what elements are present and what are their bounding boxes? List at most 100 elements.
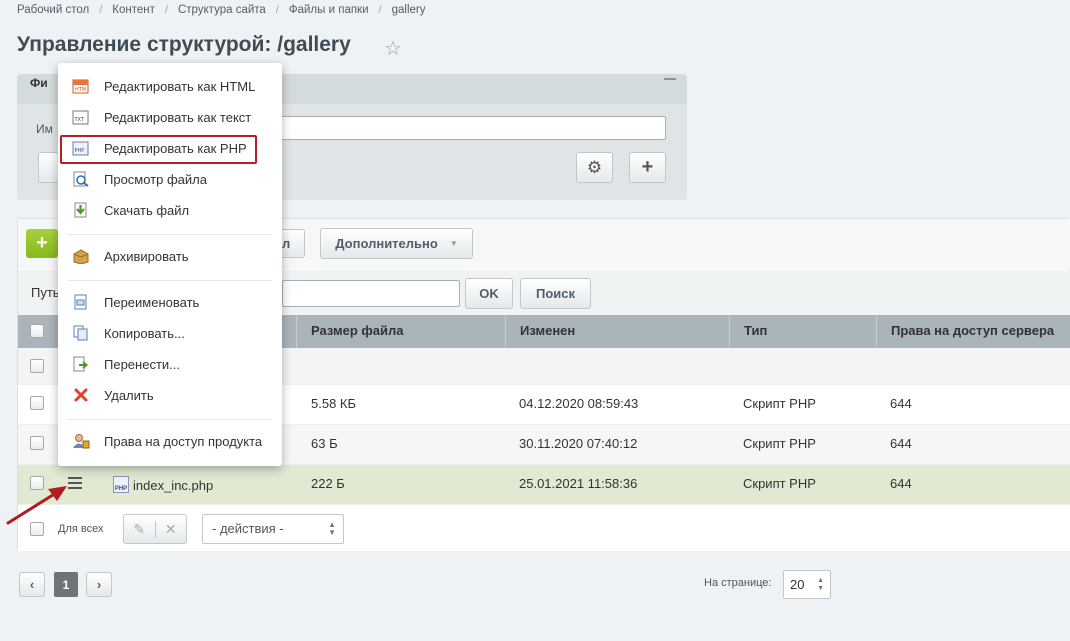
page-title: Управление структурой: /gallery xyxy=(17,33,351,56)
menu-item-copy[interactable]: Копировать... xyxy=(58,318,282,348)
file-size: 222 Б xyxy=(311,476,345,491)
breadcrumb-separator: / xyxy=(164,4,168,16)
filter-apply-button[interactable] xyxy=(38,152,58,183)
rename-icon xyxy=(72,294,90,310)
menu-item-label: Просмотр файла xyxy=(104,171,207,187)
menu-item-delete[interactable]: Удалить xyxy=(58,380,282,410)
gear-icon[interactable]: ⚙ xyxy=(576,152,613,183)
row-checkbox[interactable] xyxy=(30,436,44,450)
row-checkbox[interactable] xyxy=(30,359,44,373)
file-name-link[interactable]: index_inc.php xyxy=(133,478,213,493)
row-checkbox[interactable] xyxy=(30,396,44,410)
move-icon xyxy=(72,356,90,372)
column-header-modified[interactable]: Изменен xyxy=(505,315,727,348)
breadcrumb-item[interactable]: Структура сайта xyxy=(178,4,266,16)
file-type: Скрипт PHP xyxy=(743,436,816,451)
select-all-checkbox[interactable] xyxy=(30,324,44,338)
menu-item-label: Редактировать как текст xyxy=(104,109,252,125)
pencil-icon[interactable]: ✎ xyxy=(124,520,156,538)
more-button[interactable]: Дополнительно ▼ xyxy=(320,228,473,259)
add-filter-field-button[interactable]: + xyxy=(629,152,666,183)
file-modified: 04.12.2020 08:59:43 xyxy=(519,396,639,411)
breadcrumb-item[interactable]: Рабочий стол xyxy=(17,4,89,16)
menu-item-download[interactable]: Скачать файл xyxy=(58,195,282,225)
annotation-arrow-icon xyxy=(6,486,67,525)
filter-name-input[interactable] xyxy=(280,116,666,140)
filter-name-label: Им xyxy=(36,122,53,136)
column-header-type[interactable]: Тип xyxy=(729,315,874,348)
menu-item-edit-text[interactable]: TXT Редактировать как текст xyxy=(58,102,282,132)
menu-item-access-rights[interactable]: Права на доступ продукта xyxy=(58,426,282,456)
search-button[interactable]: Поиск xyxy=(520,278,591,309)
close-icon[interactable]: ✕ xyxy=(156,521,187,538)
chevron-down-icon: ▼ xyxy=(449,239,458,248)
download-icon xyxy=(72,202,90,218)
star-icon[interactable]: ☆ xyxy=(384,36,402,61)
minimize-icon[interactable] xyxy=(664,78,676,80)
menu-item-label: Перенести... xyxy=(104,356,180,372)
file-size: 5.58 КБ xyxy=(311,396,357,411)
menu-item-label: Права на доступ продукта xyxy=(104,433,263,449)
user-rights-icon xyxy=(72,433,90,449)
svg-text:TXT: TXT xyxy=(74,117,85,123)
menu-item-label: Скачать файл xyxy=(104,202,190,218)
breadcrumb: Рабочий стол / Контент / Структура сайта / … xyxy=(17,4,425,16)
next-page-button[interactable]: › xyxy=(86,572,112,597)
file-rights: 644 xyxy=(890,476,912,491)
more-button-label: Дополнительно xyxy=(335,236,438,251)
path-label: Путь xyxy=(31,285,60,300)
breadcrumb-separator: / xyxy=(99,4,103,16)
menu-item-edit-html[interactable]: HTM Редактировать как HTML xyxy=(58,71,282,101)
prev-page-button[interactable]: ‹ xyxy=(19,572,45,597)
file-modified: 25.01.2021 11:58:36 xyxy=(519,476,638,491)
add-button[interactable]: + xyxy=(26,229,58,258)
path-input[interactable] xyxy=(282,280,460,307)
magnifier-file-icon xyxy=(72,171,90,187)
actions-select[interactable]: - действия - ▲ ▼ xyxy=(202,514,344,544)
menu-item-label: Удалить xyxy=(104,387,154,403)
menu-item-label: Редактировать как HTML xyxy=(104,78,256,94)
copy-icon xyxy=(72,325,90,341)
menu-divider xyxy=(68,419,272,420)
menu-divider xyxy=(68,234,272,235)
breadcrumb-separator: / xyxy=(275,4,279,16)
per-page-select[interactable]: 20 ▲ ▼ xyxy=(783,570,831,599)
menu-item-archive[interactable]: Архивировать xyxy=(58,241,282,271)
file-modified: 30.11.2020 07:40:12 xyxy=(519,436,638,451)
delete-x-icon xyxy=(72,387,90,403)
breadcrumb-item[interactable]: Файлы и папки xyxy=(289,4,369,16)
current-page[interactable]: 1 xyxy=(54,572,78,597)
column-header-size[interactable]: Размер файла xyxy=(296,315,503,348)
menu-item-label: Переименовать xyxy=(104,294,200,310)
breadcrumb-item[interactable]: Контент xyxy=(112,4,155,16)
filter-tab[interactable]: Фи xyxy=(30,76,48,90)
php-file-icon: PHP xyxy=(113,476,129,493)
file-rights: 644 xyxy=(890,436,912,451)
menu-item-label: Копировать... xyxy=(104,325,185,341)
ok-button[interactable]: OK xyxy=(465,278,513,309)
txt-file-icon: TXT xyxy=(72,109,90,125)
svg-text:HTM: HTM xyxy=(75,87,86,93)
column-header-rights[interactable]: Права на доступ сервера xyxy=(876,315,1070,348)
per-page-label: На странице: xyxy=(704,577,772,589)
breadcrumb-item[interactable]: gallery xyxy=(392,4,426,16)
menu-item-label: Архивировать xyxy=(104,248,189,264)
file-type: Скрипт PHP xyxy=(743,396,816,411)
file-type: Скрипт PHP xyxy=(743,476,816,491)
highlight-box xyxy=(60,135,257,164)
breadcrumb-separator: / xyxy=(378,4,382,16)
archive-box-icon xyxy=(72,248,90,264)
edit-group: ✎ ✕ xyxy=(123,514,187,544)
updown-icon: ▲ ▼ xyxy=(328,520,336,537)
actions-select-value: - действия - xyxy=(212,521,284,536)
file-rights: 644 xyxy=(890,396,912,411)
php-file-badge: PHP xyxy=(114,486,128,492)
menu-divider xyxy=(68,280,272,281)
updown-icon: ▲ ▼ xyxy=(817,577,824,592)
file-size: 63 Б xyxy=(311,436,338,451)
menu-item-rename[interactable]: Переименовать xyxy=(58,287,282,317)
per-page-value: 20 xyxy=(790,577,805,592)
menu-item-view-file[interactable]: Просмотр файла xyxy=(58,164,282,194)
html-file-icon: HTM xyxy=(72,78,90,94)
menu-item-move[interactable]: Перенести... xyxy=(58,349,282,379)
